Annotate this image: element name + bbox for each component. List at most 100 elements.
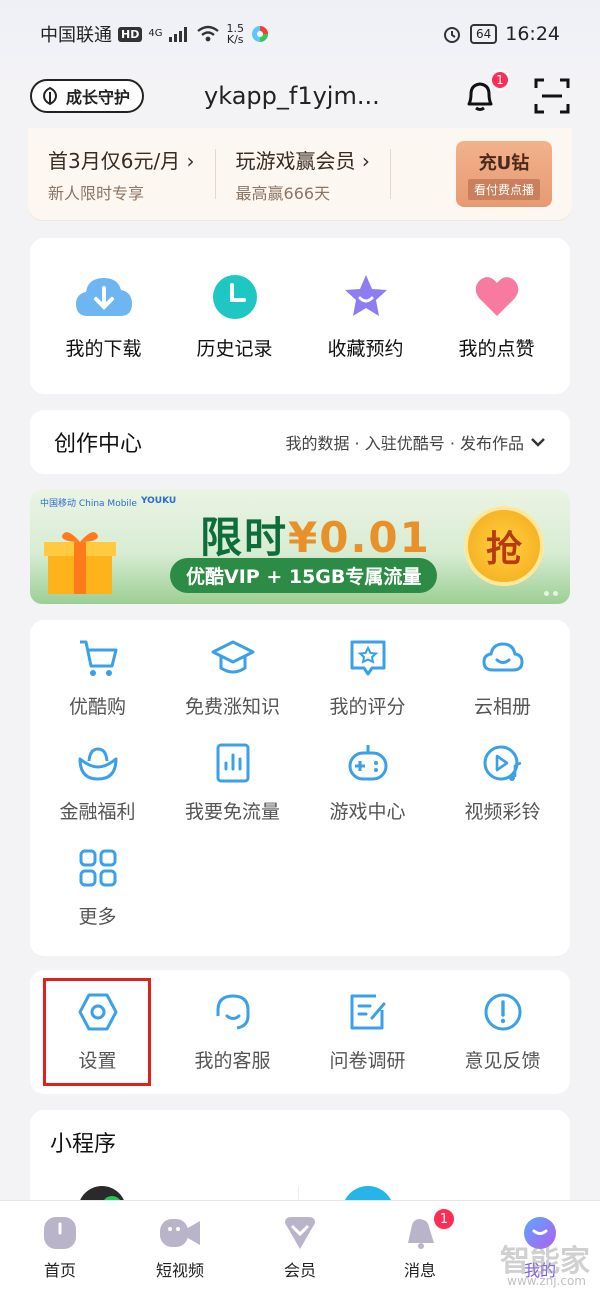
chevron-down-icon xyxy=(531,438,545,447)
finance-welfare-label: 金融福利 xyxy=(59,801,136,823)
free-data-button[interactable]: 我要免流量 xyxy=(165,741,300,824)
promo-play-games[interactable]: 玩游戏赢会员 › 最高赢666天 xyxy=(236,145,370,204)
banner-headline: 限时¥0.01 xyxy=(200,504,431,565)
my-rating-label: 我的评分 xyxy=(329,696,406,718)
tools-card: 设置 我的客服 问卷调研 意见反馈 xyxy=(30,970,570,1094)
status-right: 64 16:24 xyxy=(442,23,560,45)
status-left: 中国联通 HD 4G 1.5 K/s xyxy=(40,21,270,47)
heart-icon xyxy=(475,276,518,316)
grab-button[interactable]: 抢 xyxy=(464,506,544,586)
my-downloads-button[interactable]: 我的下载 xyxy=(44,272,164,361)
free-knowledge-button[interactable]: 免费涨知识 xyxy=(165,636,300,719)
cloud-album-label: 云相册 xyxy=(473,696,531,718)
youku-shop-button[interactable]: 优酷购 xyxy=(30,636,165,719)
top-icons: 1 xyxy=(460,70,570,116)
customer-service-button[interactable]: 我的客服 xyxy=(165,990,300,1073)
creator-center-title: 创作中心 xyxy=(54,432,143,457)
creator-center-card[interactable]: 创作中心 我的数据 · 入驻优酷号 · 发布作品 xyxy=(30,410,570,474)
mini-programs-title: 小程序 xyxy=(50,1132,117,1157)
download-cloud-icon xyxy=(75,277,132,316)
banner-subline: 优酷VIP + 15GB专属流量 xyxy=(170,558,438,593)
tab-home[interactable]: 首页 xyxy=(10,1215,110,1281)
banner-brand-2: YOUKU xyxy=(140,496,177,506)
shopping-cart-icon xyxy=(79,640,117,676)
promo-title-1: 首3月仅6元/月 › xyxy=(48,148,195,173)
promo-first-3-months[interactable]: 首3月仅6元/月 › 新人限时专享 xyxy=(48,145,195,204)
creator-links-text: 我的数据 · 入驻优酷号 · 发布作品 xyxy=(285,434,524,453)
survey-label: 问卷调研 xyxy=(329,1050,406,1072)
banner-headline-text: 限时 xyxy=(200,513,289,562)
free-data-label: 我要免流量 xyxy=(184,801,280,823)
headset-icon xyxy=(216,994,249,1030)
recharge-ucoin-button[interactable]: 充U钻 看付费点播 xyxy=(456,141,552,207)
banner-brands: 中国移动 China Mobile YOUKU xyxy=(40,496,176,509)
promo-divider-2 xyxy=(389,149,391,199)
username[interactable]: ykapp_f1yjm... xyxy=(204,82,380,110)
likes-button[interactable]: 我的点赞 xyxy=(437,272,557,361)
more-label: 更多 xyxy=(78,906,117,928)
video-ringtone-button[interactable]: 视频彩铃 xyxy=(435,741,570,824)
free-knowledge-label: 免费涨知识 xyxy=(184,696,280,718)
tab-messages[interactable]: 1 消息 xyxy=(370,1207,470,1281)
banner-dot xyxy=(544,591,549,596)
tab-messages-label: 消息 xyxy=(403,1261,436,1280)
data-bars-icon xyxy=(216,743,249,783)
alarm-icon xyxy=(443,27,460,43)
gold-ingot-icon xyxy=(78,747,117,781)
services-card: 优酷购 免费涨知识 我的评分 云相册 金融福利 我要免流量 游戏中心 视频彩铃 … xyxy=(30,620,570,956)
graduation-cap-icon xyxy=(211,640,254,674)
tab-membership[interactable]: 会员 xyxy=(250,1215,350,1281)
banner-pagination xyxy=(544,591,558,596)
home-icon xyxy=(44,1217,76,1249)
services-grid: 优酷购 免费涨知识 我的评分 云相册 金融福利 我要免流量 游戏中心 视频彩铃 … xyxy=(30,636,570,929)
top-bar: 成长守护 ykapp_f1yjm... 1 xyxy=(0,68,600,124)
finance-welfare-button[interactable]: 金融福利 xyxy=(30,741,165,824)
app-logo-icon xyxy=(251,26,268,42)
promo-title-2: 玩游戏赢会员 › xyxy=(235,148,370,173)
customer-service-label: 我的客服 xyxy=(194,1050,271,1072)
video-camera-icon xyxy=(160,1219,200,1247)
ucoin-sub: 看付费点播 xyxy=(467,178,540,200)
scan-icon[interactable] xyxy=(534,78,570,114)
my-downloads-label: 我的下载 xyxy=(65,337,142,360)
promo-divider xyxy=(214,149,216,199)
video-ringtone-label: 视频彩铃 xyxy=(464,801,541,823)
banner-dot xyxy=(553,591,558,596)
promo-sub-2: 最高赢666天 xyxy=(235,183,331,203)
promo-banner[interactable]: 中国移动 China Mobile YOUKU 限时¥0.01 优酷VIP + … xyxy=(30,490,570,604)
messages-badge: 1 xyxy=(432,1207,456,1231)
more-button[interactable]: 更多 xyxy=(30,846,165,929)
history-button[interactable]: 历史记录 xyxy=(175,272,295,361)
network-speed: 1.5 K/s xyxy=(226,22,244,46)
notification-button[interactable]: 1 xyxy=(460,70,510,116)
cloud-album-button[interactable]: 云相册 xyxy=(435,636,570,719)
clock: 16:24 xyxy=(505,23,560,45)
video-music-icon xyxy=(483,745,521,781)
survey-button[interactable]: 问卷调研 xyxy=(300,990,435,1073)
notification-badge: 1 xyxy=(490,70,510,90)
signal-icon xyxy=(169,27,188,42)
exclamation-icon xyxy=(484,993,521,1031)
gift-box-icon xyxy=(44,532,116,594)
network-type: 4G xyxy=(148,28,163,39)
tab-membership-label: 会员 xyxy=(283,1261,316,1280)
quick-actions-card: 我的下载 历史记录 收藏预约 我的点赞 xyxy=(30,238,570,394)
leaf-icon xyxy=(43,86,57,106)
favorites-button[interactable]: 收藏预约 xyxy=(306,272,426,361)
my-rating-button[interactable]: 我的评分 xyxy=(300,636,435,719)
growth-guard-button[interactable]: 成长守护 xyxy=(30,79,145,113)
cloud-icon xyxy=(481,642,524,672)
watermark-url: www.znj.com xyxy=(507,1274,586,1288)
grid-more-icon xyxy=(79,849,116,887)
creator-center-links[interactable]: 我的数据 · 入驻优酷号 · 发布作品 xyxy=(285,430,546,454)
vip-promo-card: 首3月仅6元/月 › 新人限时专享 玩游戏赢会员 › 最高赢666天 充U钻 看… xyxy=(28,128,572,220)
game-center-button[interactable]: 游戏中心 xyxy=(300,741,435,824)
youku-shop-label: 优酷购 xyxy=(68,696,126,718)
game-center-label: 游戏中心 xyxy=(329,801,406,823)
tab-short-video[interactable]: 短视频 xyxy=(130,1215,230,1281)
feedback-button[interactable]: 意见反馈 xyxy=(435,990,570,1073)
status-bar: 中国联通 HD 4G 1.5 K/s 64 16:24 xyxy=(0,0,600,68)
banner-brand-1: 中国移动 China Mobile xyxy=(40,499,137,509)
diamond-icon xyxy=(285,1217,315,1249)
growth-guard-label: 成长守护 xyxy=(66,88,131,107)
